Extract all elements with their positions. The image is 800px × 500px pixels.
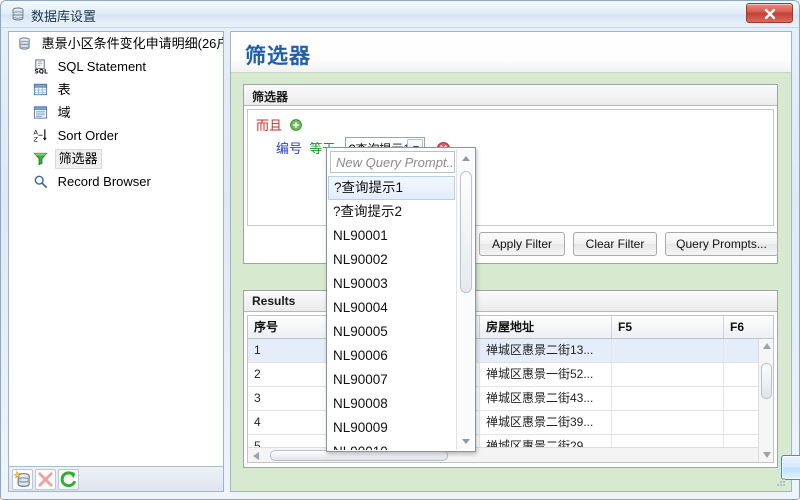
scroll-down-icon[interactable]: [457, 433, 474, 450]
tree-list: 惠景小区条件变化申请明细(26户 ) SQL SQL Statement 表 域…: [9, 32, 223, 465]
query-prompts-button[interactable]: Query Prompts...: [665, 232, 778, 256]
cell-address: 禅城区惠景二街43...: [480, 387, 612, 410]
database-icon: [10, 6, 26, 22]
tree-item-label: 域: [57, 105, 71, 120]
list-item[interactable]: NL90004: [328, 296, 455, 320]
list-item[interactable]: NL90010: [328, 440, 455, 450]
add-condition-icon[interactable]: [290, 119, 303, 131]
cell-f5: [612, 411, 724, 434]
sort-az-icon: A Z: [33, 127, 50, 144]
scroll-up-icon: [763, 343, 771, 349]
clear-filter-label: Clear Filter: [585, 237, 645, 251]
results-groupbox: Results 序号 房屋地址 F5 F6 1 禅城区惠景二街13... 2 禅…: [243, 290, 778, 468]
tree-item-label: 筛选器: [54, 149, 102, 169]
dropdown-scrollbar[interactable]: [456, 149, 474, 450]
content-pane: 筛选器 筛选器 而且 编号 等于 Apply Filter Clear Filt…: [230, 31, 800, 492]
list-item[interactable]: NL90003: [328, 272, 455, 296]
svg-text:Z: Z: [33, 136, 38, 143]
results-horizontal-scrollbar[interactable]: [248, 447, 758, 462]
delete-button[interactable]: [35, 469, 56, 490]
tree-item-label: SQL Statement: [57, 59, 147, 74]
list-item[interactable]: NL90005: [328, 320, 455, 344]
list-item[interactable]: NL90002: [328, 248, 455, 272]
list-item[interactable]: ?查询提示1: [328, 176, 455, 200]
table-icon: [33, 81, 50, 97]
cell-f5: [612, 387, 724, 410]
green-refresh-icon: [60, 471, 77, 488]
fields-icon: [33, 104, 50, 120]
column-header-address[interactable]: 房屋地址: [480, 316, 612, 338]
new-database-button[interactable]: [12, 469, 33, 490]
list-item[interactable]: ?查询提示2: [328, 200, 455, 224]
tree-item-label: Record Browser: [57, 174, 151, 189]
tree-item-label: 惠景小区条件变化申请明细(26户 ): [41, 36, 223, 51]
close-icon: [764, 8, 776, 20]
database-icon: [17, 35, 34, 51]
page-title: 筛选器: [245, 45, 311, 68]
cell-f5: [612, 363, 724, 386]
scrollbar-thumb[interactable]: [460, 171, 472, 293]
scroll-up-icon[interactable]: [457, 149, 474, 166]
list-item[interactable]: NL90007: [328, 368, 455, 392]
close-button[interactable]: [746, 3, 793, 23]
tree-item-label: Sort Order: [57, 128, 119, 143]
tree-item-label: 表: [57, 82, 71, 97]
results-groupbox-header: Results: [244, 291, 777, 312]
list-item[interactable]: NL90001: [328, 224, 455, 248]
navigation-tree-pane: 惠景小区条件变化申请明细(26户 ) SQL SQL Statement 表 域…: [8, 31, 224, 492]
list-item[interactable]: NL90008: [328, 392, 455, 416]
list-item[interactable]: NL90006: [328, 344, 455, 368]
title-bar: 数据库设置: [1, 1, 799, 28]
tree-item-record-browser[interactable]: Record Browser: [9, 170, 223, 193]
window-title: 数据库设置: [31, 9, 97, 24]
scroll-down-icon: [763, 452, 771, 458]
apply-filter-label: Apply Filter: [491, 237, 553, 251]
cell-f5: [612, 339, 724, 362]
dropdown-list[interactable]: ?查询提示1 ?查询提示2 NL90001 NL90002 NL90003 NL…: [328, 176, 455, 450]
red-x-icon: [38, 472, 53, 487]
cell-address: 禅城区惠景一街52...: [480, 363, 612, 386]
query-prompts-label: Query Prompts...: [676, 237, 767, 251]
tree-item-root[interactable]: 惠景小区条件变化申请明细(26户 ): [9, 32, 223, 55]
tree-item-tables[interactable]: 表: [9, 78, 223, 101]
filter-groupbox-header: 筛选器: [244, 85, 777, 106]
new-query-prompt-input[interactable]: New Query Prompt...: [330, 151, 455, 173]
results-vertical-scrollbar[interactable]: [758, 339, 773, 462]
resize-grip-icon[interactable]: [775, 476, 787, 488]
apply-filter-button[interactable]: Apply Filter: [479, 232, 565, 256]
dialog-window: 数据库设置 惠景小区条件变化申请明细(26户) SQL SQL Stateme…: [0, 0, 800, 500]
cell-address: 禅城区惠景二街13...: [480, 339, 612, 362]
group-operator-label[interactable]: 而且: [256, 118, 282, 133]
clear-filter-button[interactable]: Clear Filter: [573, 232, 657, 256]
filter-group-row: 而且: [256, 115, 303, 134]
tree-item-sort-order[interactable]: A Z Sort Order: [9, 124, 223, 147]
column-header-f6[interactable]: F6: [724, 316, 773, 338]
magnifier-icon: [33, 173, 50, 189]
tree-item-sql-statement[interactable]: SQL SQL Statement: [9, 55, 223, 78]
page-header: 筛选器: [231, 32, 791, 73]
funnel-filter-icon: [33, 150, 50, 166]
cell-address: 禅城区惠景二街39...: [480, 411, 612, 434]
query-prompt-dropdown[interactable]: New Query Prompt... ?查询提示1 ?查询提示2 NL9000…: [326, 147, 476, 452]
scroll-left-icon: [253, 452, 259, 460]
svg-text:SQL: SQL: [34, 69, 48, 74]
tree-item-fields[interactable]: 域: [9, 101, 223, 124]
list-item[interactable]: NL90009: [328, 416, 455, 440]
refresh-button[interactable]: [58, 469, 79, 490]
sql-statement-icon: SQL: [33, 58, 50, 76]
tree-toolbar: [9, 466, 223, 491]
filter-groupbox: 筛选器 而且 编号 等于 Apply Filter Clear Filter Q…: [243, 84, 778, 264]
column-header-f5[interactable]: F5: [612, 316, 724, 338]
condition-field-label[interactable]: 编号: [276, 141, 302, 156]
scrollbar-thumb[interactable]: [761, 363, 772, 399]
sidebar-item-filter[interactable]: 筛选器: [9, 147, 223, 170]
